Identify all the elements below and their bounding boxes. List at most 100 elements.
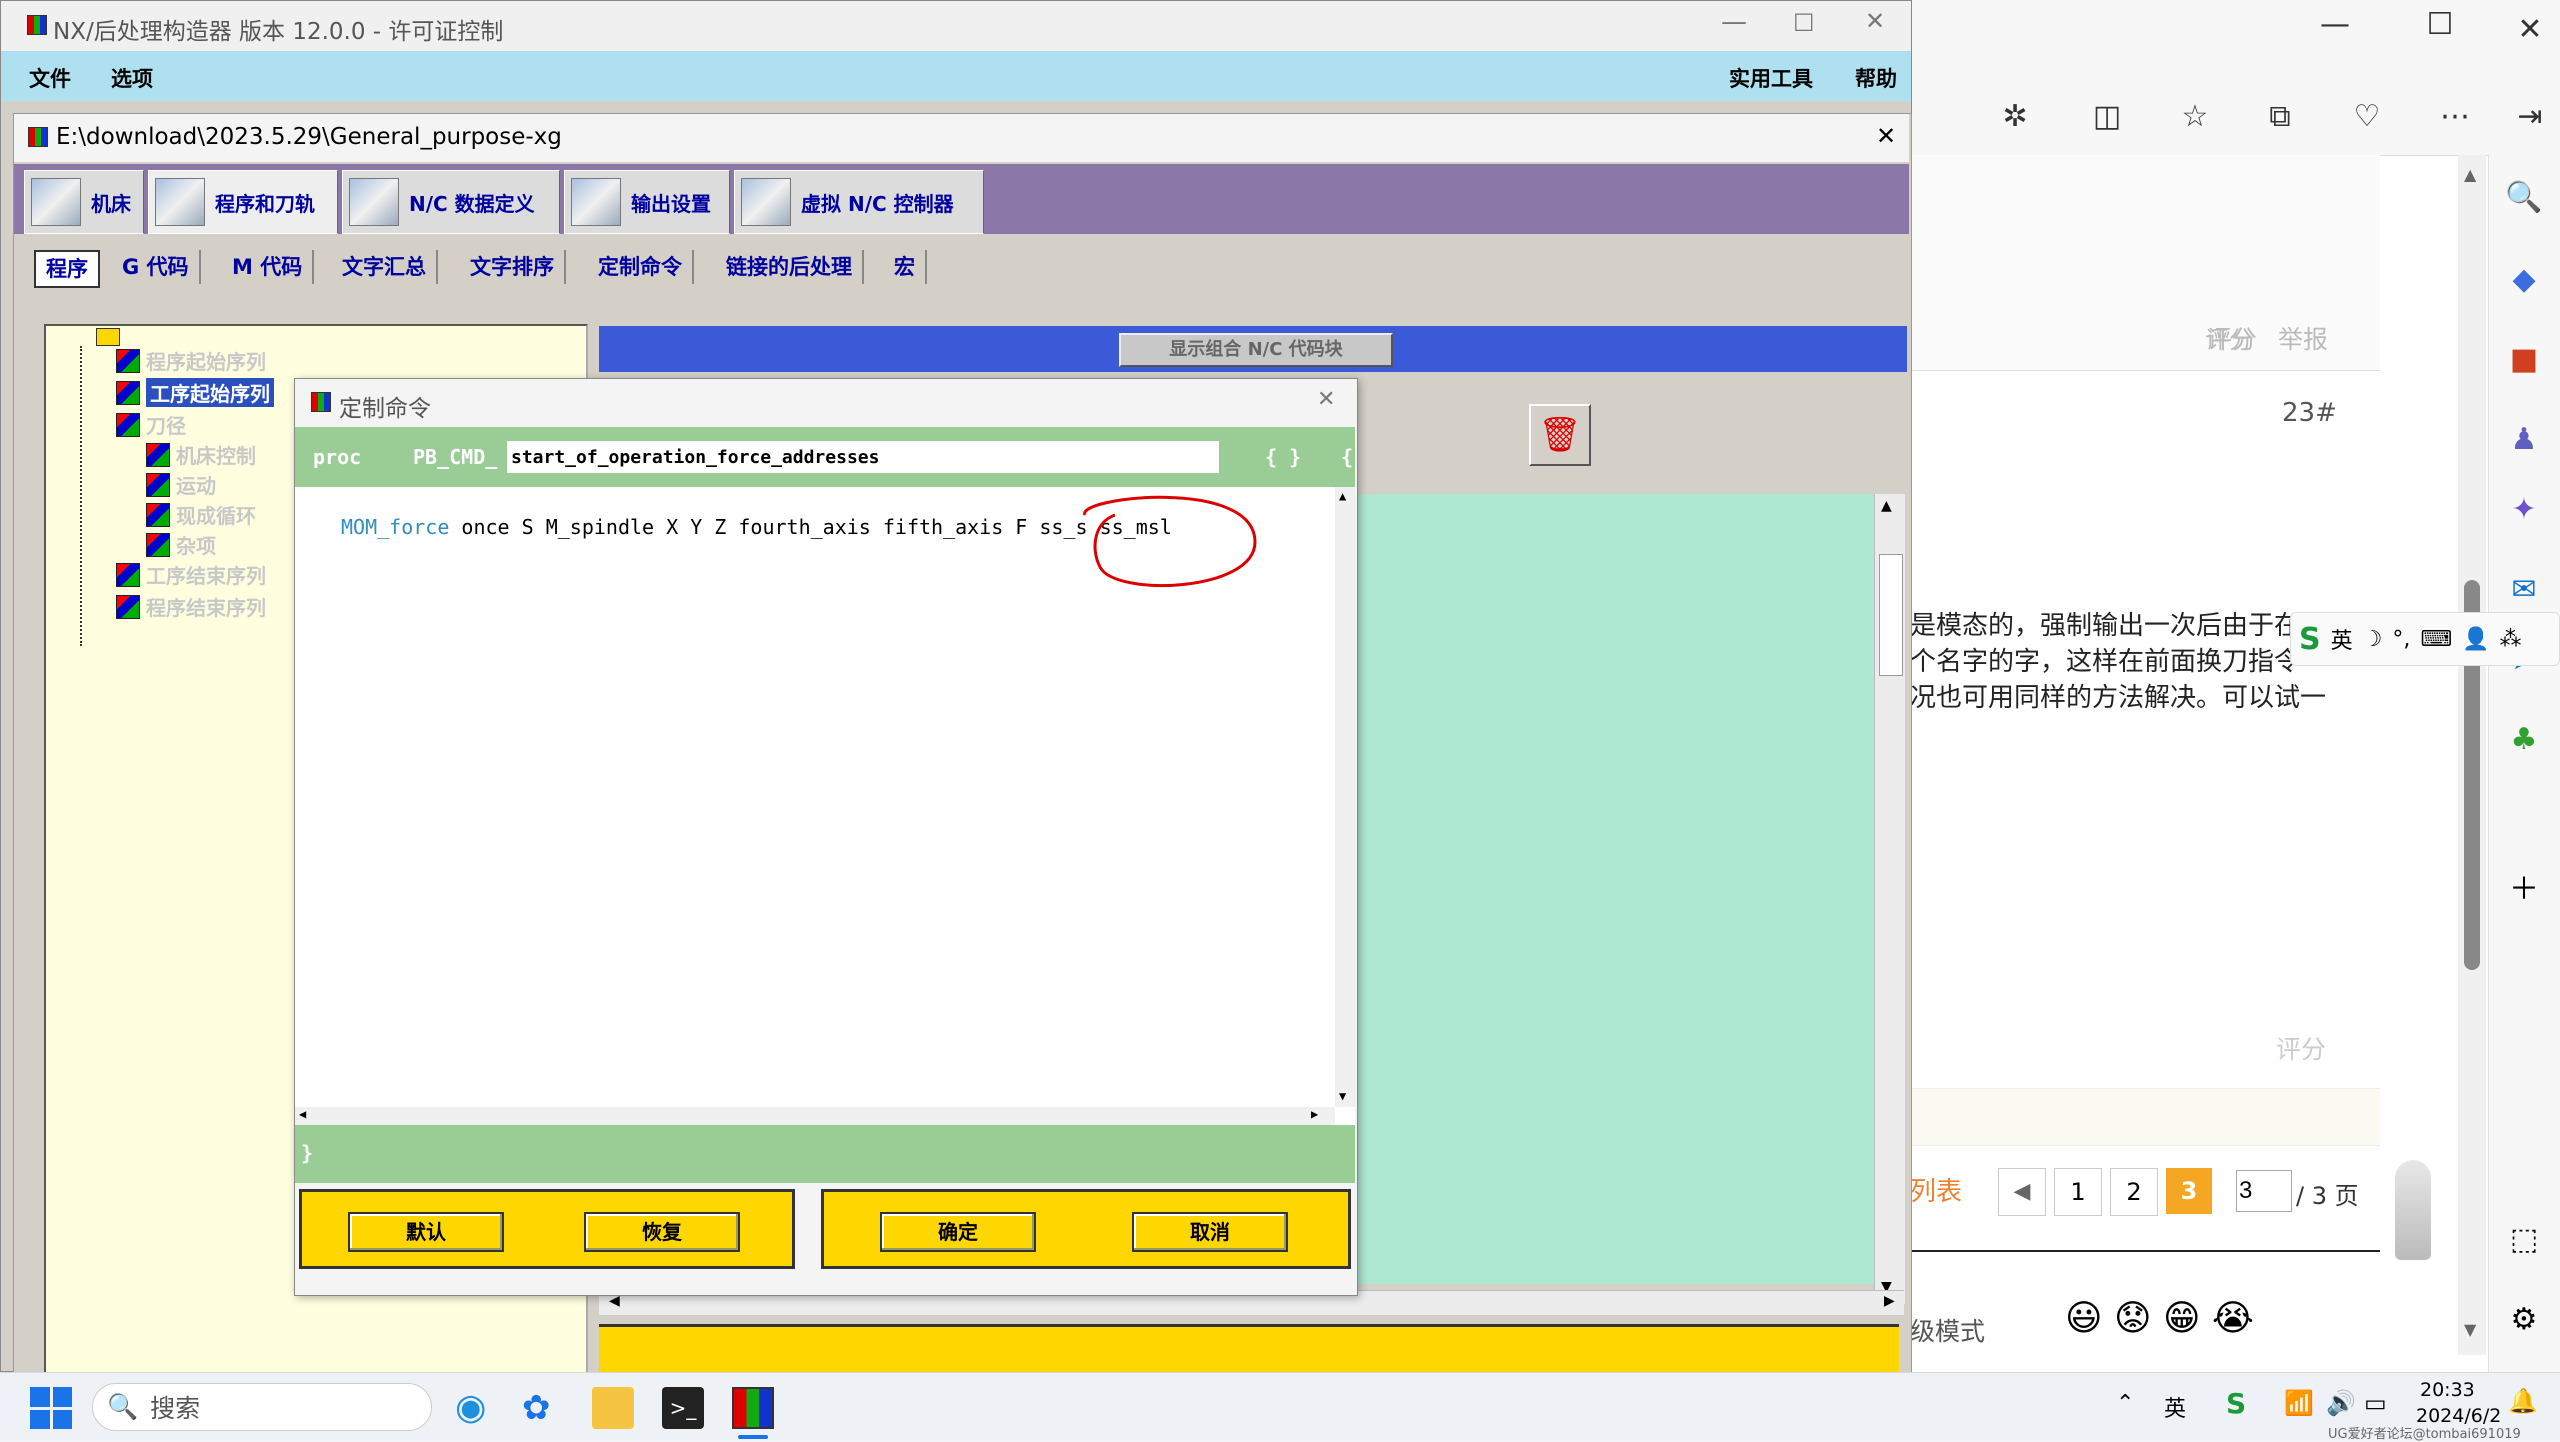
trash-icon[interactable]: 🗑 xyxy=(1529,404,1591,466)
list-button[interactable]: 列表 xyxy=(1910,1168,1980,1216)
maximize-icon[interactable]: ☐ xyxy=(2415,0,2465,50)
scroll-down-icon[interactable]: ▼ xyxy=(1339,1089,1346,1103)
restore-button[interactable]: 恢复 xyxy=(584,1212,740,1252)
menu-file[interactable]: 文件 xyxy=(29,63,71,93)
more-icon[interactable]: ⋯ xyxy=(2430,92,2480,142)
scroll-up-icon[interactable]: ▲ xyxy=(1339,489,1346,503)
page-link[interactable]: 1 xyxy=(2054,1168,2102,1216)
sogou-tray-icon[interactable]: S xyxy=(2226,1387,2246,1420)
tree-item[interactable]: 现成循环 xyxy=(146,500,256,529)
subtab-custom-command[interactable]: 定制命令 xyxy=(588,250,694,284)
tree-item[interactable]: 程序起始序列 xyxy=(116,346,266,375)
wifi-icon[interactable]: 📶 xyxy=(2284,1389,2314,1417)
rocket-icon[interactable] xyxy=(2395,1160,2431,1260)
tree-item[interactable]: 程序结束序列 xyxy=(116,592,266,621)
scroll-up-icon[interactable]: ▲ xyxy=(2464,165,2476,184)
cancel-button[interactable]: 取消 xyxy=(1132,1212,1288,1252)
subtab-word-summary[interactable]: 文字汇总 xyxy=(332,250,438,284)
editor-vscrollbar[interactable]: ▲ ▼ xyxy=(1335,487,1355,1107)
subtab-g-code[interactable]: G 代码 xyxy=(112,250,201,284)
tree-icon[interactable]: ♣ xyxy=(2499,715,2549,765)
page-link-active[interactable]: 3 xyxy=(2166,1168,2212,1214)
screenshot-icon[interactable]: ⬚ xyxy=(2499,1215,2549,1265)
prev-page-icon[interactable]: ◀ xyxy=(1998,1168,2046,1216)
code-line[interactable]: MOM_force once S M_spindle X Y Z fourth_… xyxy=(341,515,1172,539)
tree-item[interactable]: 工序结束序列 xyxy=(116,560,266,589)
extensions-icon[interactable]: ✲ xyxy=(1990,92,2040,142)
moon-icon[interactable]: ☽ xyxy=(2363,627,2383,652)
clock-time[interactable]: 20:33 xyxy=(2420,1379,2475,1401)
scroll-thumb[interactable] xyxy=(1879,554,1903,676)
file-explorer-icon[interactable] xyxy=(592,1387,634,1429)
menu-options[interactable]: 选项 xyxy=(111,63,153,93)
tab-output-settings[interactable]: 输出设置 xyxy=(564,170,730,234)
subtab-word-sequence[interactable]: 文字排序 xyxy=(460,250,566,284)
toolbox-icon[interactable]: ■ xyxy=(2499,335,2549,385)
sidebar-toggle-icon[interactable]: ⇥ xyxy=(2510,92,2550,142)
mode-toggle[interactable]: 级模式 xyxy=(1910,1312,1985,1348)
postbuilder-taskbar-icon[interactable] xyxy=(732,1387,774,1429)
edge-icon[interactable]: ◉ xyxy=(455,1387,497,1429)
battery-icon[interactable]: ▭ xyxy=(2364,1389,2387,1417)
display-blocks-checkbox[interactable]: 显示组合 N/C 代码块 xyxy=(1119,333,1393,367)
command-name-input[interactable] xyxy=(507,441,1219,473)
tree-item-selected[interactable]: 工序起始序列 xyxy=(116,378,274,407)
minimize-icon[interactable]: — xyxy=(1721,7,1747,37)
page-input[interactable] xyxy=(2236,1170,2292,1212)
tag-icon[interactable]: ◆ xyxy=(2499,255,2549,305)
scroll-down-icon[interactable]: ▼ xyxy=(2464,1320,2476,1339)
tree-item[interactable]: 运动 xyxy=(146,470,216,499)
split-screen-icon[interactable]: ◫ xyxy=(2082,92,2132,142)
terminal-icon[interactable]: >_ xyxy=(662,1387,704,1429)
code-editor[interactable]: MOM_force once S M_spindle X Y Z fourth_… xyxy=(295,487,1355,1125)
editor-hscrollbar[interactable]: ◀ ▶ xyxy=(295,1107,1335,1125)
close-icon[interactable]: ✕ xyxy=(1876,122,1896,150)
user-icon[interactable]: 👤 xyxy=(2462,627,2489,652)
browser-scrollbar[interactable]: ▲ ▼ xyxy=(2458,155,2486,1355)
collections-icon[interactable]: ⧉ xyxy=(2255,92,2305,142)
tree-item[interactable]: 机床控制 xyxy=(146,440,256,469)
favorites-icon[interactable]: ☆ xyxy=(2170,92,2220,142)
close-icon[interactable]: ✕ xyxy=(1865,7,1885,35)
tree-item[interactable]: 杂项 xyxy=(146,530,216,559)
copilot-icon[interactable]: ✦ xyxy=(2499,485,2549,535)
punct-icon[interactable]: °, xyxy=(2392,627,2410,652)
report-link[interactable]: 举报 xyxy=(2278,320,2328,356)
ime-toolbar[interactable]: S 英 ☽ °, ⌨ 👤 ⁂ xyxy=(2290,612,2560,666)
maximize-icon[interactable]: ☐ xyxy=(1793,9,1815,37)
people-icon[interactable]: ♟ xyxy=(2499,415,2549,465)
scroll-left-icon[interactable]: ◀ xyxy=(299,1107,306,1121)
grid-icon[interactable]: ⁂ xyxy=(2500,627,2522,652)
settings-icon[interactable]: ⚙ xyxy=(2499,1295,2549,1345)
emoji-bar[interactable]: 😃 😟 😁 😭 xyxy=(2065,1298,2254,1339)
subtab-macro[interactable]: 宏 xyxy=(884,250,927,284)
keyboard-icon[interactable]: ⌨ xyxy=(2420,627,2452,652)
add-icon[interactable]: ＋ xyxy=(2499,865,2549,915)
tray-chevron-icon[interactable]: ⌃ xyxy=(2116,1391,2134,1416)
tab-machine[interactable]: 机床 xyxy=(24,170,144,234)
ime-lang-tray[interactable]: 英 xyxy=(2164,1391,2186,1423)
tab-virtual-nc[interactable]: 虚拟 N/C 控制器 xyxy=(734,170,984,234)
tab-program-toolpath[interactable]: 程序和刀轨 xyxy=(148,170,338,234)
menu-utilities[interactable]: 实用工具 xyxy=(1729,63,1813,93)
subtab-program[interactable]: 程序 xyxy=(34,250,100,288)
scroll-up-icon[interactable]: ▲ xyxy=(1881,498,1892,514)
ok-button[interactable]: 确定 xyxy=(880,1212,1036,1252)
outlook-icon[interactable]: ✉ xyxy=(2499,565,2549,615)
rate-link-bottom[interactable]: 评分 xyxy=(2276,1030,2326,1066)
tree-item[interactable]: 刀径 xyxy=(116,410,186,439)
minimize-icon[interactable]: — xyxy=(2310,0,2360,50)
subtab-m-code[interactable]: M 代码 xyxy=(222,250,315,284)
subtab-linked-post[interactable]: 链接的后处理 xyxy=(716,250,864,284)
folder-icon[interactable] xyxy=(96,328,120,346)
ime-lang[interactable]: 英 xyxy=(2331,623,2353,655)
close-icon[interactable]: ✕ xyxy=(1317,387,1335,412)
health-icon[interactable]: ♡ xyxy=(2342,92,2392,142)
tab-nc-data[interactable]: N/C 数据定义 xyxy=(342,170,560,234)
scroll-right-icon[interactable]: ▶ xyxy=(1311,1107,1318,1121)
menu-help[interactable]: 帮助 xyxy=(1855,63,1897,93)
app-bird-icon[interactable]: ✿ xyxy=(522,1387,564,1429)
volume-icon[interactable]: 🔊 xyxy=(2326,1389,2356,1417)
rate-link[interactable]: 评分 xyxy=(2207,320,2257,356)
notification-icon[interactable]: 🔔 xyxy=(2508,1387,2538,1415)
